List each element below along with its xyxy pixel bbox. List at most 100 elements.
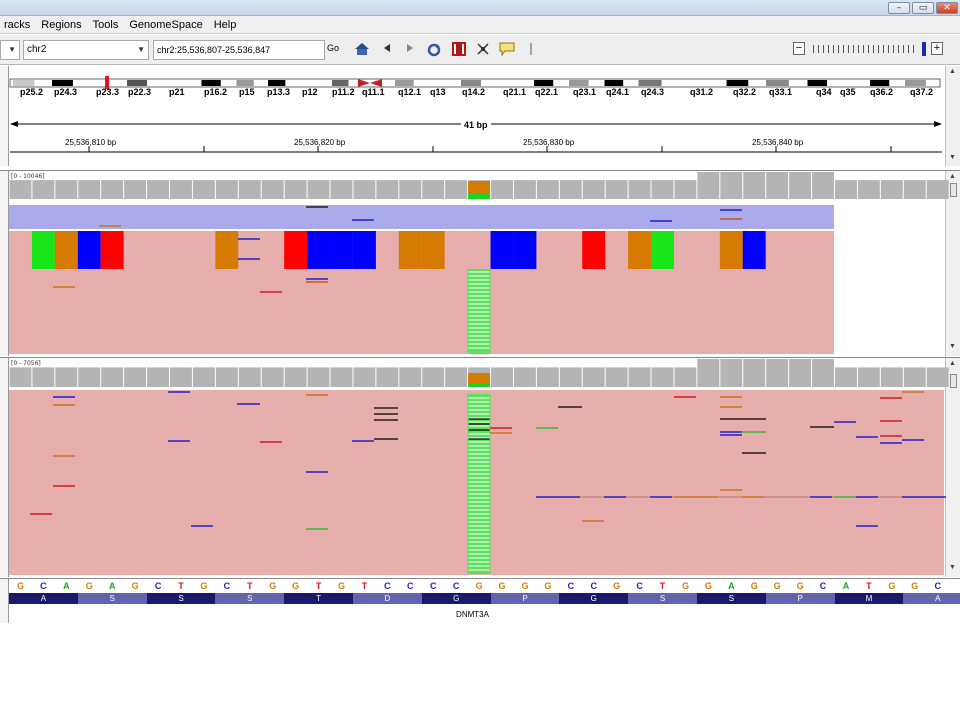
coverage-bar xyxy=(605,367,628,387)
coverage-bar xyxy=(445,367,468,387)
coverage-bar xyxy=(743,172,766,199)
coverage-bar xyxy=(192,180,215,199)
coverage-bar xyxy=(238,367,261,387)
coverage-bar xyxy=(445,180,468,199)
coverage-bar xyxy=(903,180,926,199)
sequence-base: A xyxy=(728,581,735,591)
amino-acid: D xyxy=(353,593,422,604)
coverage-bar xyxy=(674,367,697,387)
coverage-bar xyxy=(124,367,147,387)
coverage-bar xyxy=(215,367,238,387)
amino-acid: A xyxy=(903,593,960,604)
coverage-bar xyxy=(789,359,812,387)
sequence-base: T xyxy=(178,581,184,591)
amino-acid: P xyxy=(490,593,560,604)
coverage-bar xyxy=(812,172,834,199)
coverage-bar xyxy=(261,367,284,387)
coverage-bar xyxy=(926,367,949,387)
sequence-base: G xyxy=(888,581,896,591)
mismatch-block xyxy=(77,231,101,269)
sequence-base: C xyxy=(429,581,437,591)
sequence-base: C xyxy=(567,581,575,591)
coverage-bar xyxy=(399,180,422,199)
paired-reads xyxy=(9,205,834,229)
sequence-base: G xyxy=(475,581,483,591)
mismatch-block xyxy=(490,231,514,269)
coverage-bar xyxy=(857,367,880,387)
coverage-bar xyxy=(903,367,926,387)
coverage-bar xyxy=(284,180,307,199)
coverage-allele-G xyxy=(468,373,491,383)
mismatch-block xyxy=(330,231,353,269)
sequence-base: G xyxy=(773,581,781,591)
mismatch-block xyxy=(100,231,124,269)
track2-range-label: [0 - 7056] xyxy=(11,360,41,367)
coverage-bar xyxy=(353,367,376,387)
igv-window: – ▭ ✕ racks Regions Tools GenomeSpace He… xyxy=(0,0,960,720)
coverage-bar xyxy=(55,180,78,199)
sequence-base: G xyxy=(681,581,689,591)
coverage-allele-G xyxy=(468,181,491,193)
amino-acid: G xyxy=(559,593,629,604)
mismatch-block xyxy=(421,231,445,269)
coverage-bar xyxy=(284,367,307,387)
coverage-bar xyxy=(78,180,101,199)
variant-column xyxy=(467,394,491,574)
amino-acid: S xyxy=(628,593,697,604)
sequence-base: T xyxy=(315,581,322,591)
coverage-bar xyxy=(307,367,330,387)
amino-acid: S xyxy=(697,593,766,604)
sequence-base: G xyxy=(200,581,208,591)
mismatch-block xyxy=(628,231,652,269)
coverage-bar xyxy=(559,367,582,387)
sequence-base: A xyxy=(842,581,850,591)
coverage-bar xyxy=(789,172,812,199)
coverage-bar xyxy=(880,367,903,387)
coverage-bar xyxy=(376,180,399,199)
coverage-bar xyxy=(766,359,789,387)
coverage-bar xyxy=(743,359,766,387)
coverage-bar xyxy=(101,367,124,387)
sequence-base: G xyxy=(338,581,346,591)
coverage-allele-A xyxy=(468,193,491,199)
coverage-bar xyxy=(582,367,605,387)
sequence-base: A xyxy=(63,581,70,591)
track1-range-label: [0 - 10046] xyxy=(11,173,45,180)
coverage-bar xyxy=(170,367,192,387)
amino-acid: T xyxy=(284,593,353,604)
coverage-bar xyxy=(192,367,215,387)
coverage-bar xyxy=(170,180,192,199)
coverage-bar xyxy=(812,359,834,387)
coverage-bar xyxy=(422,180,445,199)
coverage-bar xyxy=(101,180,124,199)
amino-acid: M xyxy=(834,593,904,604)
coverage-bar xyxy=(926,180,949,199)
coverage-bar xyxy=(55,367,78,387)
sequence-base: C xyxy=(40,581,47,591)
coverage-bar xyxy=(697,359,720,387)
coverage-bar xyxy=(147,367,170,387)
coverage-bar xyxy=(78,367,101,387)
amino-acid: S xyxy=(215,593,285,604)
coverage-allele-A xyxy=(468,383,491,387)
sequence-base: C xyxy=(223,581,231,591)
amino-acid: S xyxy=(77,593,147,604)
amino-acid: S xyxy=(146,593,216,604)
coverage-bar xyxy=(32,180,55,199)
coverage-bar xyxy=(582,180,605,199)
coverage-bar xyxy=(491,180,513,199)
coverage-bar xyxy=(513,367,536,387)
mismatch-block xyxy=(284,231,308,269)
gene-name-label: DNMT3A xyxy=(456,610,489,619)
mismatch-block xyxy=(54,231,78,269)
mismatch-block xyxy=(307,231,331,269)
coverage-bar xyxy=(834,367,857,387)
sequence-base: G xyxy=(521,581,529,591)
coverage-bar xyxy=(376,367,399,387)
coverage-bar xyxy=(513,180,536,199)
amino-acid: A xyxy=(9,593,78,604)
sequence-base: T xyxy=(247,581,253,591)
sequence-base: G xyxy=(544,581,552,591)
coverage-bar xyxy=(399,367,422,387)
coverage-bar xyxy=(605,180,628,199)
